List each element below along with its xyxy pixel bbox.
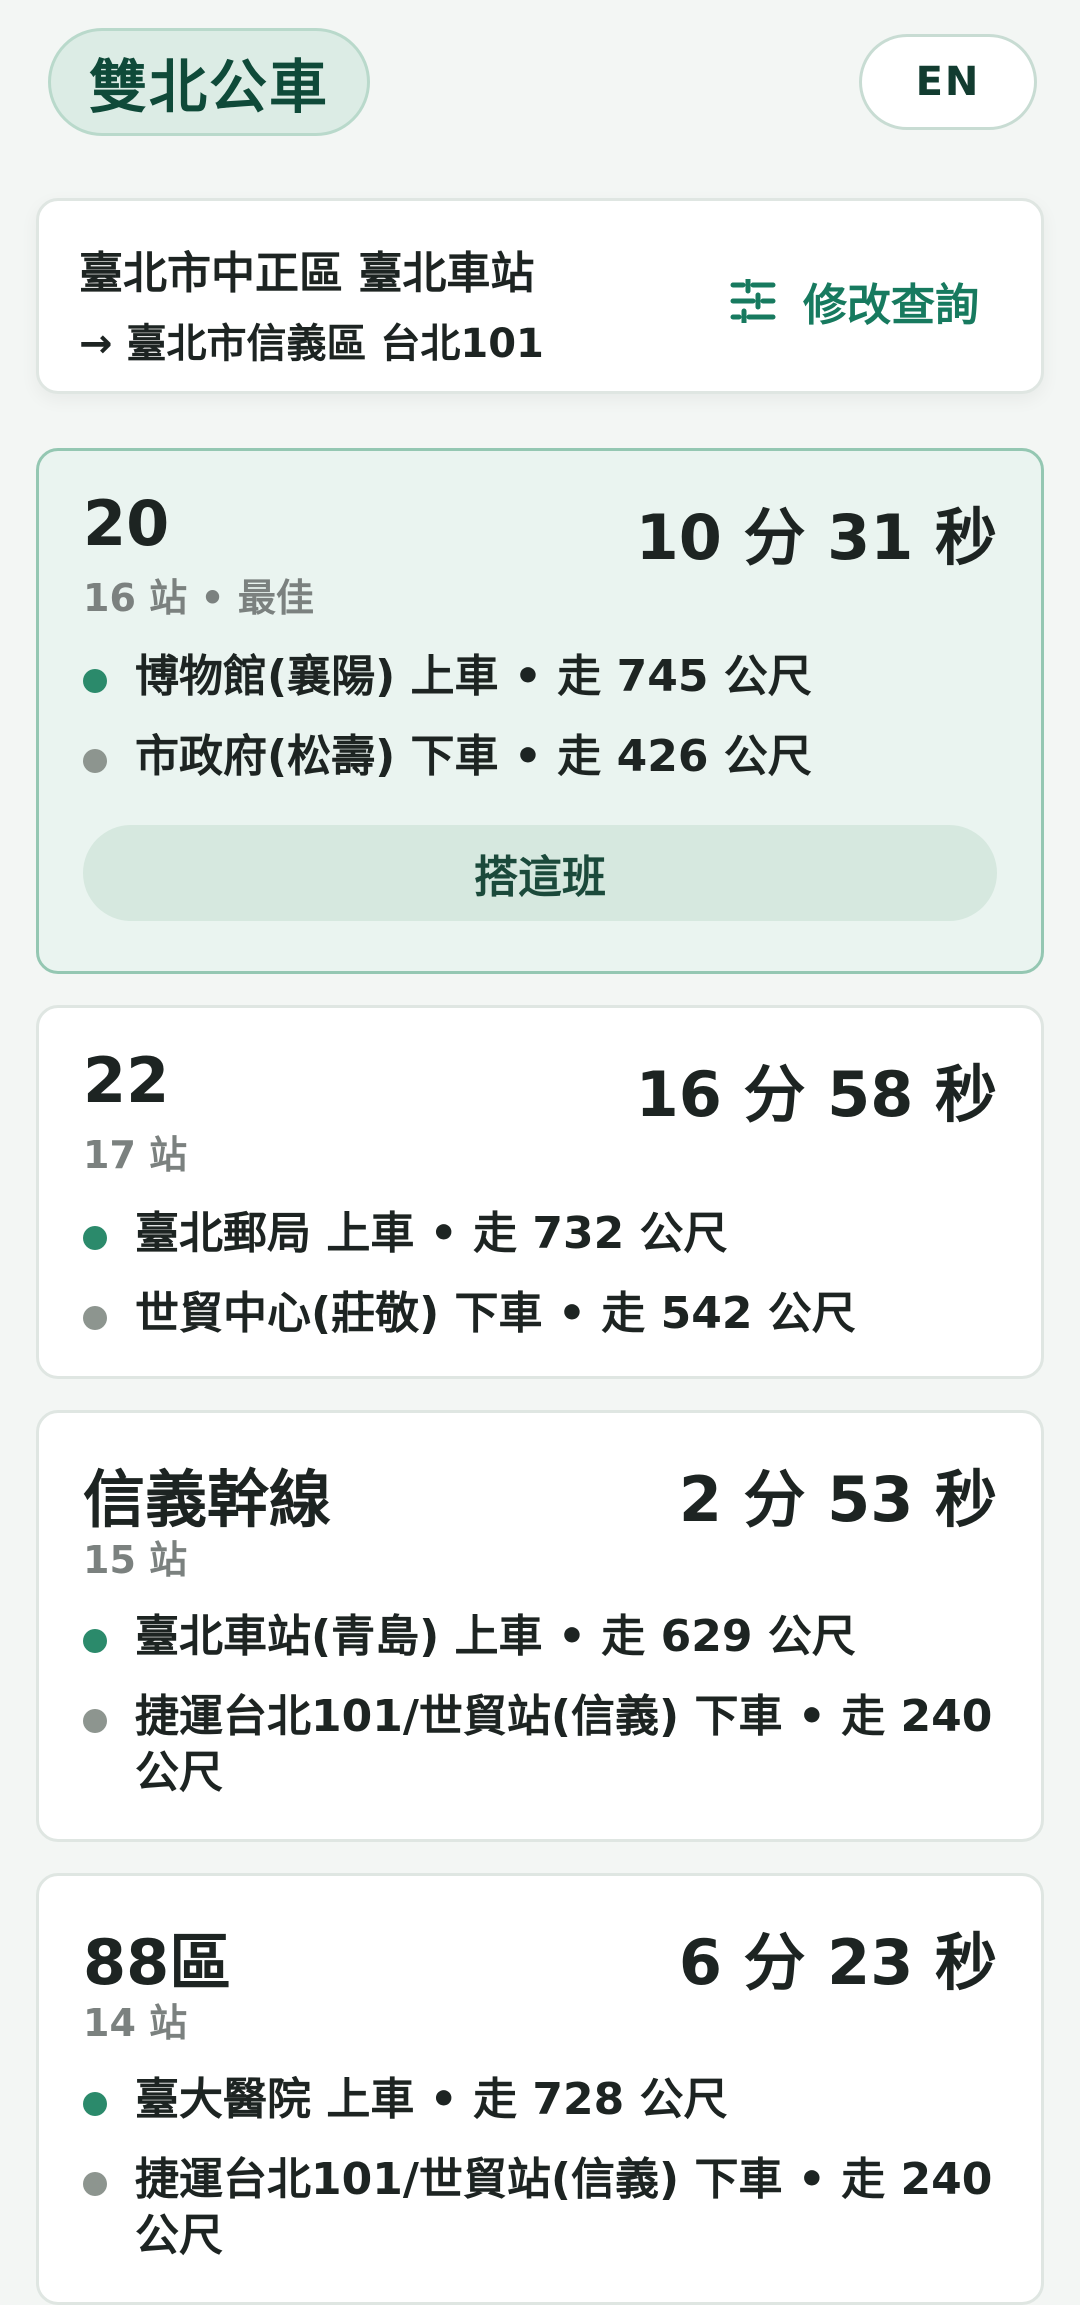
alighting-stop: 捷運台北101/世貿站(信義) 下車 • 走 240 公尺	[83, 2152, 997, 2264]
query-destination: → 臺北市信義區 台北101	[79, 321, 544, 367]
alight-dot-icon	[83, 1306, 107, 1330]
alight-dot-icon	[83, 1709, 107, 1733]
boarding-stop-text: 臺北車站(青島) 上車 • 走 629 公尺	[135, 1611, 856, 1662]
route-stops-count: 17 站	[83, 1133, 188, 1177]
query-summary-card: 臺北市中正區 臺北車站 → 臺北市信義區 台北101 修改查詢	[36, 198, 1044, 394]
board-dot-icon	[83, 1629, 107, 1653]
route-stops-count: 16 站 • 最佳	[83, 576, 314, 620]
alighting-stop-text: 世貿中心(莊敬) 下車 • 走 542 公尺	[135, 1288, 856, 1339]
boarding-stop-text: 臺北郵局 上車 • 走 732 公尺	[135, 1208, 728, 1259]
alighting-stop: 市政府(松壽) 下車 • 走 426 公尺	[83, 729, 997, 785]
boarding-stop-text: 博物館(襄陽) 上車 • 走 745 公尺	[135, 651, 812, 702]
sliders-icon	[730, 279, 776, 323]
alight-dot-icon	[83, 2172, 107, 2196]
board-dot-icon	[83, 2092, 107, 2116]
boarding-stop-text: 臺大醫院 上車 • 走 728 公尺	[135, 2074, 728, 2125]
boarding-stop: 臺大醫院 上車 • 走 728 公尺	[83, 2072, 997, 2128]
boarding-stop: 博物館(襄陽) 上車 • 走 745 公尺	[83, 649, 997, 705]
boarding-stop: 臺北郵局 上車 • 走 732 公尺	[83, 1206, 997, 1262]
route-number: 22	[83, 1044, 170, 1117]
route-stops-count: 15 站	[83, 1538, 188, 1582]
route-travel-time: 10 分 31 秒	[635, 501, 997, 574]
app-header: 雙北公車 EN	[0, 0, 1080, 190]
boarding-stop: 臺北車站(青島) 上車 • 走 629 公尺	[83, 1609, 997, 1665]
route-stops-count: 14 站	[83, 2001, 188, 2045]
edit-query-button[interactable]: 修改查詢	[729, 271, 979, 331]
take-this-bus-button[interactable]: 搭這班	[83, 825, 997, 921]
alighting-stop: 捷運台北101/世貿站(信義) 下車 • 走 240 公尺	[83, 1689, 997, 1801]
board-dot-icon	[83, 1226, 107, 1250]
alighting-stop-text: 市政府(松壽) 下車 • 走 426 公尺	[135, 731, 812, 782]
alight-dot-icon	[83, 749, 107, 773]
route-card[interactable]: 88區 6 分 23 秒 14 站 臺大醫院 上車 • 走 728 公尺 捷運台…	[36, 1873, 1044, 2305]
route-card[interactable]: 22 16 分 58 秒 17 站 臺北郵局 上車 • 走 732 公尺 世貿中…	[36, 1005, 1044, 1379]
language-toggle-button[interactable]: EN	[859, 34, 1037, 130]
route-card[interactable]: 信義幹線 2 分 53 秒 15 站 臺北車站(青島) 上車 • 走 629 公…	[36, 1410, 1044, 1842]
route-number: 信義幹線	[83, 1463, 332, 1536]
route-number: 88區	[83, 1926, 232, 1999]
route-travel-time: 6 分 23 秒	[678, 1926, 997, 1999]
route-number: 20	[83, 487, 170, 560]
route-card[interactable]: 20 10 分 31 秒 16 站 • 最佳 博物館(襄陽) 上車 • 走 74…	[36, 448, 1044, 974]
edit-query-label: 修改查詢	[803, 280, 979, 331]
app-title: 雙北公車	[48, 28, 370, 136]
alighting-stop-text: 捷運台北101/世貿站(信義) 下車 • 走 240 公尺	[135, 2154, 993, 2261]
alighting-stop: 世貿中心(莊敬) 下車 • 走 542 公尺	[83, 1286, 997, 1342]
alighting-stop-text: 捷運台北101/世貿站(信義) 下車 • 走 240 公尺	[135, 1691, 993, 1798]
query-origin: 臺北市中正區 臺北車站	[79, 248, 535, 299]
route-travel-time: 2 分 53 秒	[678, 1463, 997, 1536]
route-travel-time: 16 分 58 秒	[635, 1058, 997, 1131]
board-dot-icon	[83, 669, 107, 693]
